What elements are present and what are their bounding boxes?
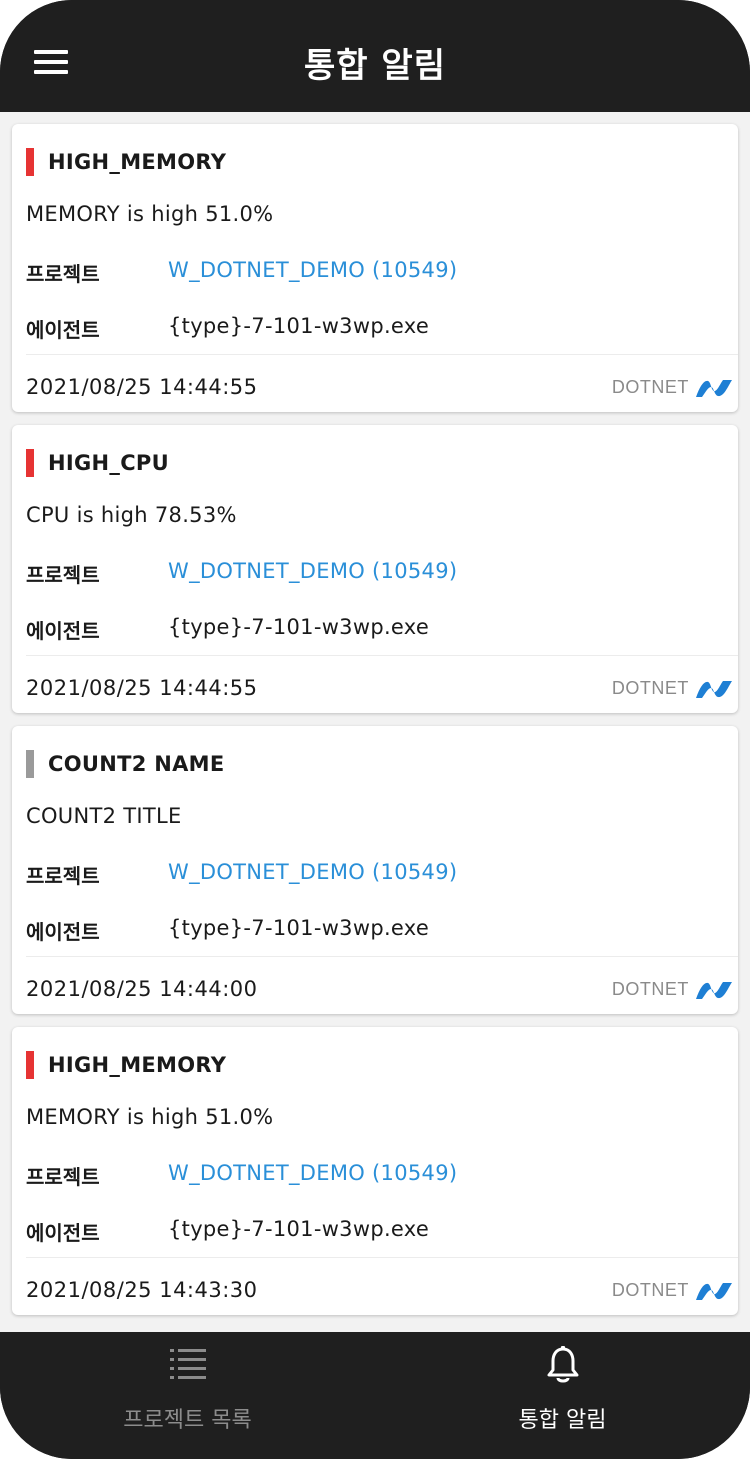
alert-time: 2021/08/25 14:44:55	[26, 676, 258, 700]
platform-name: DOTNET	[611, 678, 689, 698]
alert-title: COUNT2 TITLE	[26, 804, 182, 828]
divider	[26, 1257, 738, 1258]
alert-time: 2021/08/25 14:43:30	[26, 1278, 258, 1302]
app-header: 통합 알림	[0, 0, 750, 112]
alert-card[interactable]: HIGH_CPU CPU is high 78.53% 프로젝트 W_DOTNE…	[12, 425, 738, 713]
agent-label: 에이전트	[26, 318, 100, 342]
divider	[26, 655, 738, 656]
alert-name: COUNT2 NAME	[48, 752, 225, 776]
tab-label: 통합 알림	[518, 1408, 607, 1433]
project-link[interactable]: W_DOTNET_DEMO (10549)	[168, 860, 457, 884]
tab-label: 프로젝트 목록	[123, 1408, 252, 1433]
agent-value: {type}-7-101-w3wp.exe	[168, 314, 430, 338]
platform-badge: DOTNET	[612, 377, 734, 401]
bell-icon	[547, 1346, 578, 1383]
project-label: 프로젝트	[26, 563, 100, 587]
level-indicator	[26, 148, 34, 176]
project-label: 프로젝트	[26, 262, 100, 286]
divider	[26, 956, 738, 957]
project-label: 프로젝트	[26, 1165, 100, 1189]
agent-value: {type}-7-101-w3wp.exe	[168, 615, 430, 639]
dotnet-logo-icon	[696, 981, 732, 999]
alert-card[interactable]: HIGH_MEMORY MEMORY is high 51.0% 프로젝트 W_…	[12, 1027, 738, 1315]
alert-title: MEMORY is high 51.0%	[26, 1105, 274, 1129]
alert-name: HIGH_MEMORY	[48, 1053, 227, 1077]
project-link[interactable]: W_DOTNET_DEMO (10549)	[168, 258, 457, 282]
agent-label: 에이전트	[26, 1221, 100, 1245]
platform-badge: DOTNET	[612, 979, 734, 1003]
alert-name: HIGH_CPU	[48, 451, 169, 475]
alert-time: 2021/08/25 14:44:00	[26, 977, 258, 1001]
platform-name: DOTNET	[611, 377, 689, 397]
project-label: 프로젝트	[26, 864, 100, 888]
agent-label: 에이전트	[26, 920, 100, 944]
dotnet-logo-icon	[696, 680, 732, 698]
phone-frame: 통합 알림 HIGH_MEMORY MEMORY is high 51.0% 프…	[0, 0, 750, 1459]
divider	[26, 354, 738, 355]
agent-value: {type}-7-101-w3wp.exe	[168, 1217, 430, 1241]
list-icon	[169, 1349, 206, 1379]
alert-list[interactable]: HIGH_MEMORY MEMORY is high 51.0% 프로젝트 W_…	[0, 112, 750, 1332]
project-link[interactable]: W_DOTNET_DEMO (10549)	[168, 559, 457, 583]
alert-title: CPU is high 78.53%	[26, 503, 237, 527]
level-indicator	[26, 449, 34, 477]
platform-name: DOTNET	[611, 979, 689, 999]
dotnet-logo-icon	[696, 1282, 732, 1300]
level-indicator	[26, 750, 34, 778]
platform-badge: DOTNET	[612, 1280, 734, 1304]
tab-project-list[interactable]: 프로젝트 목록	[0, 1332, 375, 1459]
alert-title: MEMORY is high 51.0%	[26, 202, 274, 226]
agent-label: 에이전트	[26, 619, 100, 643]
alert-card[interactable]: COUNT2 NAME COUNT2 TITLE 프로젝트 W_DOTNET_D…	[12, 726, 738, 1014]
platform-badge: DOTNET	[612, 678, 734, 702]
alert-time: 2021/08/25 14:44:55	[26, 375, 258, 399]
bottom-tab-bar: 프로젝트 목록 통합 알림	[0, 1332, 750, 1459]
alert-name: HIGH_MEMORY	[48, 150, 227, 174]
tab-integrated-alerts[interactable]: 통합 알림	[375, 1332, 750, 1459]
agent-value: {type}-7-101-w3wp.exe	[168, 916, 430, 940]
level-indicator	[26, 1051, 34, 1079]
dotnet-logo-icon	[696, 379, 732, 397]
alert-card[interactable]: HIGH_MEMORY MEMORY is high 51.0% 프로젝트 W_…	[12, 124, 738, 412]
platform-name: DOTNET	[611, 1280, 689, 1300]
page-title: 통합 알림	[304, 46, 446, 86]
project-link[interactable]: W_DOTNET_DEMO (10549)	[168, 1161, 457, 1185]
